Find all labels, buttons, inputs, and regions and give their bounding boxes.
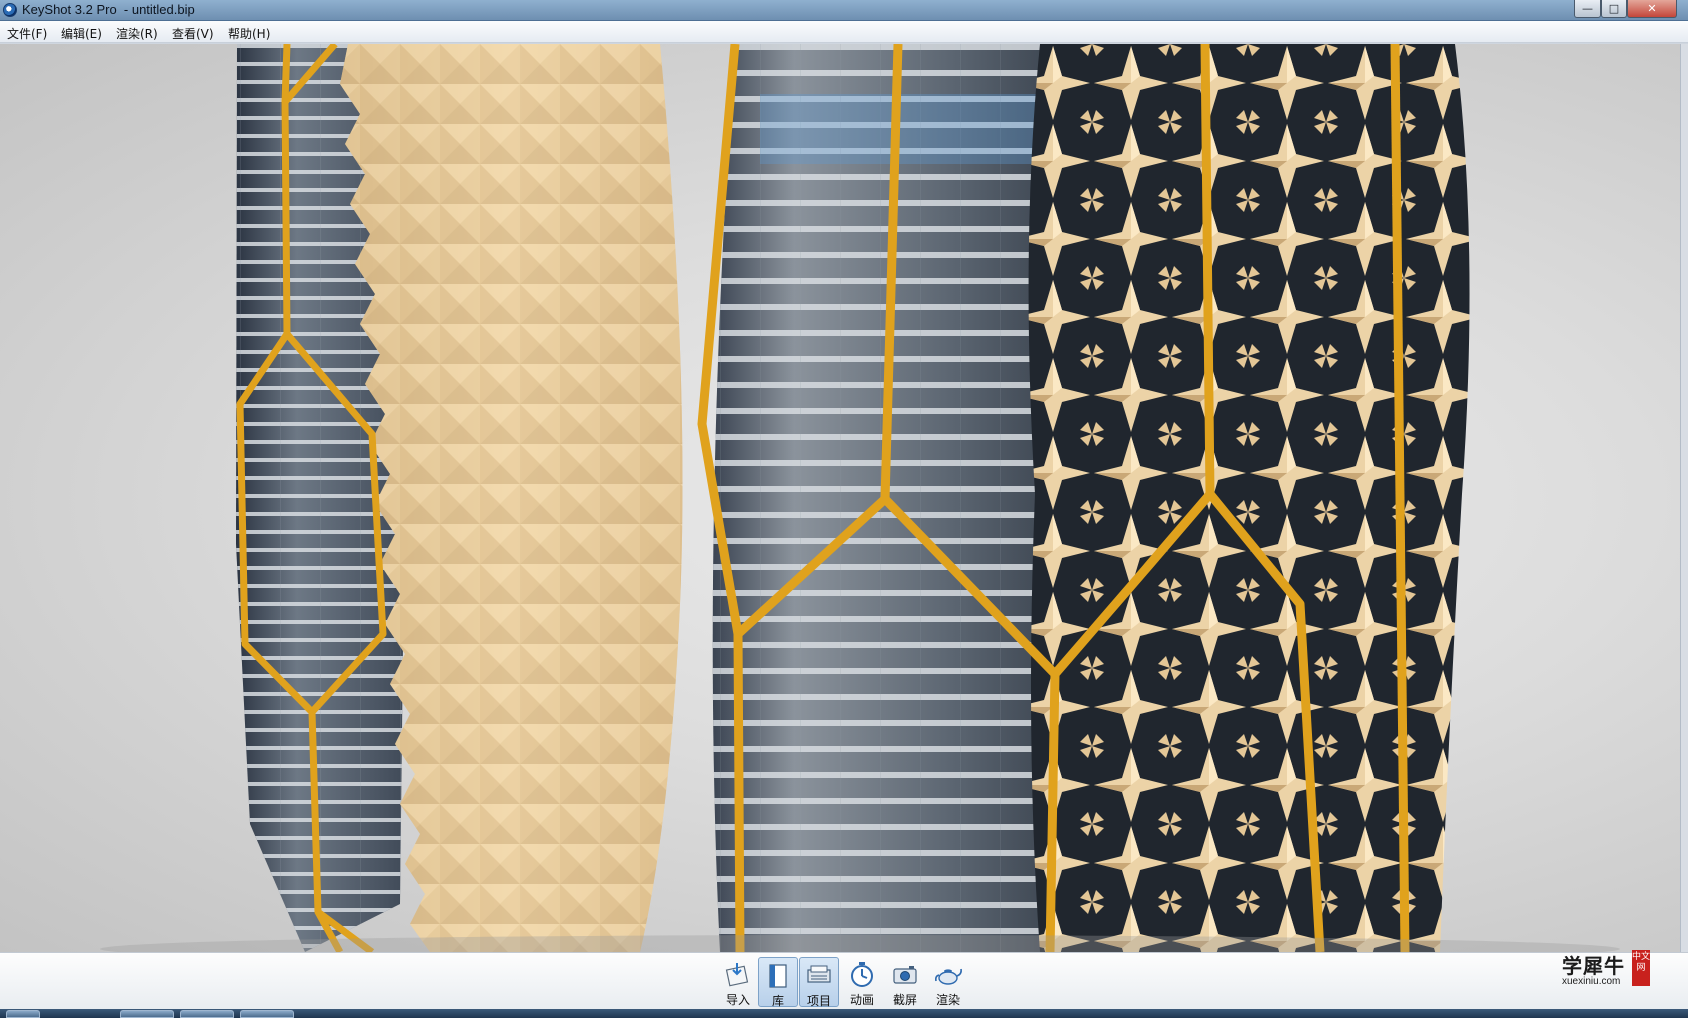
menu-render[interactable]: 渲染(R) — [116, 25, 158, 42]
window-edge-scrollbar[interactable] — [1680, 44, 1688, 952]
taskbar-item[interactable] — [120, 1010, 174, 1018]
watermark-url: xuexiniu.com — [1562, 976, 1621, 987]
library-button[interactable]: 库 — [758, 957, 798, 1008]
import-button[interactable]: 导入 — [718, 957, 758, 1007]
animation-label: 动画 — [849, 993, 874, 1007]
minimize-button[interactable]: — — [1574, 0, 1601, 18]
watermark-seal: 中文网 — [1632, 950, 1650, 986]
animation-button[interactable]: 动画 — [842, 957, 882, 1007]
window-title: KeyShot 3.2 Pro - untitled.bip — [22, 2, 195, 17]
project-icon — [804, 961, 834, 991]
project-button[interactable]: 项目 — [799, 957, 839, 1008]
render-label: 渲染 — [935, 993, 960, 1007]
taskbar-item[interactable] — [180, 1010, 234, 1018]
menu-edit[interactable]: 编辑(E) — [61, 25, 102, 42]
bottom-toolbar: 导入 库 项目 动画 截屏 渲染 — [0, 952, 1688, 1009]
title-bar: KeyShot 3.2 Pro - untitled.bip — □ ✕ — [0, 0, 1688, 21]
start-button[interactable] — [6, 1010, 40, 1018]
render-button[interactable]: 渲染 — [928, 957, 968, 1007]
keyshot-app-icon[interactable] — [3, 3, 17, 17]
render-teapot-icon — [933, 960, 963, 990]
os-taskbar — [0, 1009, 1688, 1018]
site-watermark: 学犀牛 xuexiniu.com 中文网 — [1558, 950, 1654, 990]
render-viewport[interactable] — [0, 44, 1680, 952]
library-icon — [763, 961, 793, 991]
menu-view[interactable]: 查看(V) — [172, 25, 214, 42]
import-icon — [723, 960, 753, 990]
rendered-scene — [100, 44, 1620, 952]
import-label: 导入 — [725, 993, 750, 1007]
screenshot-button[interactable]: 截屏 — [885, 957, 925, 1007]
menu-file[interactable]: 文件(F) — [7, 25, 47, 42]
animation-icon — [847, 960, 877, 990]
library-label: 库 — [771, 994, 784, 1008]
screenshot-label: 截屏 — [892, 993, 917, 1007]
close-button[interactable]: ✕ — [1627, 0, 1677, 18]
menu-bar: 文件(F) 编辑(E) 渲染(R) 查看(V) 帮助(H) — [0, 21, 1688, 43]
screenshot-icon — [890, 960, 920, 990]
menu-help[interactable]: 帮助(H) — [228, 25, 270, 42]
project-label: 项目 — [806, 994, 831, 1008]
taskbar-item[interactable] — [240, 1010, 294, 1018]
maximize-button[interactable]: □ — [1601, 0, 1627, 18]
watermark-title: 学犀牛 — [1562, 954, 1625, 978]
